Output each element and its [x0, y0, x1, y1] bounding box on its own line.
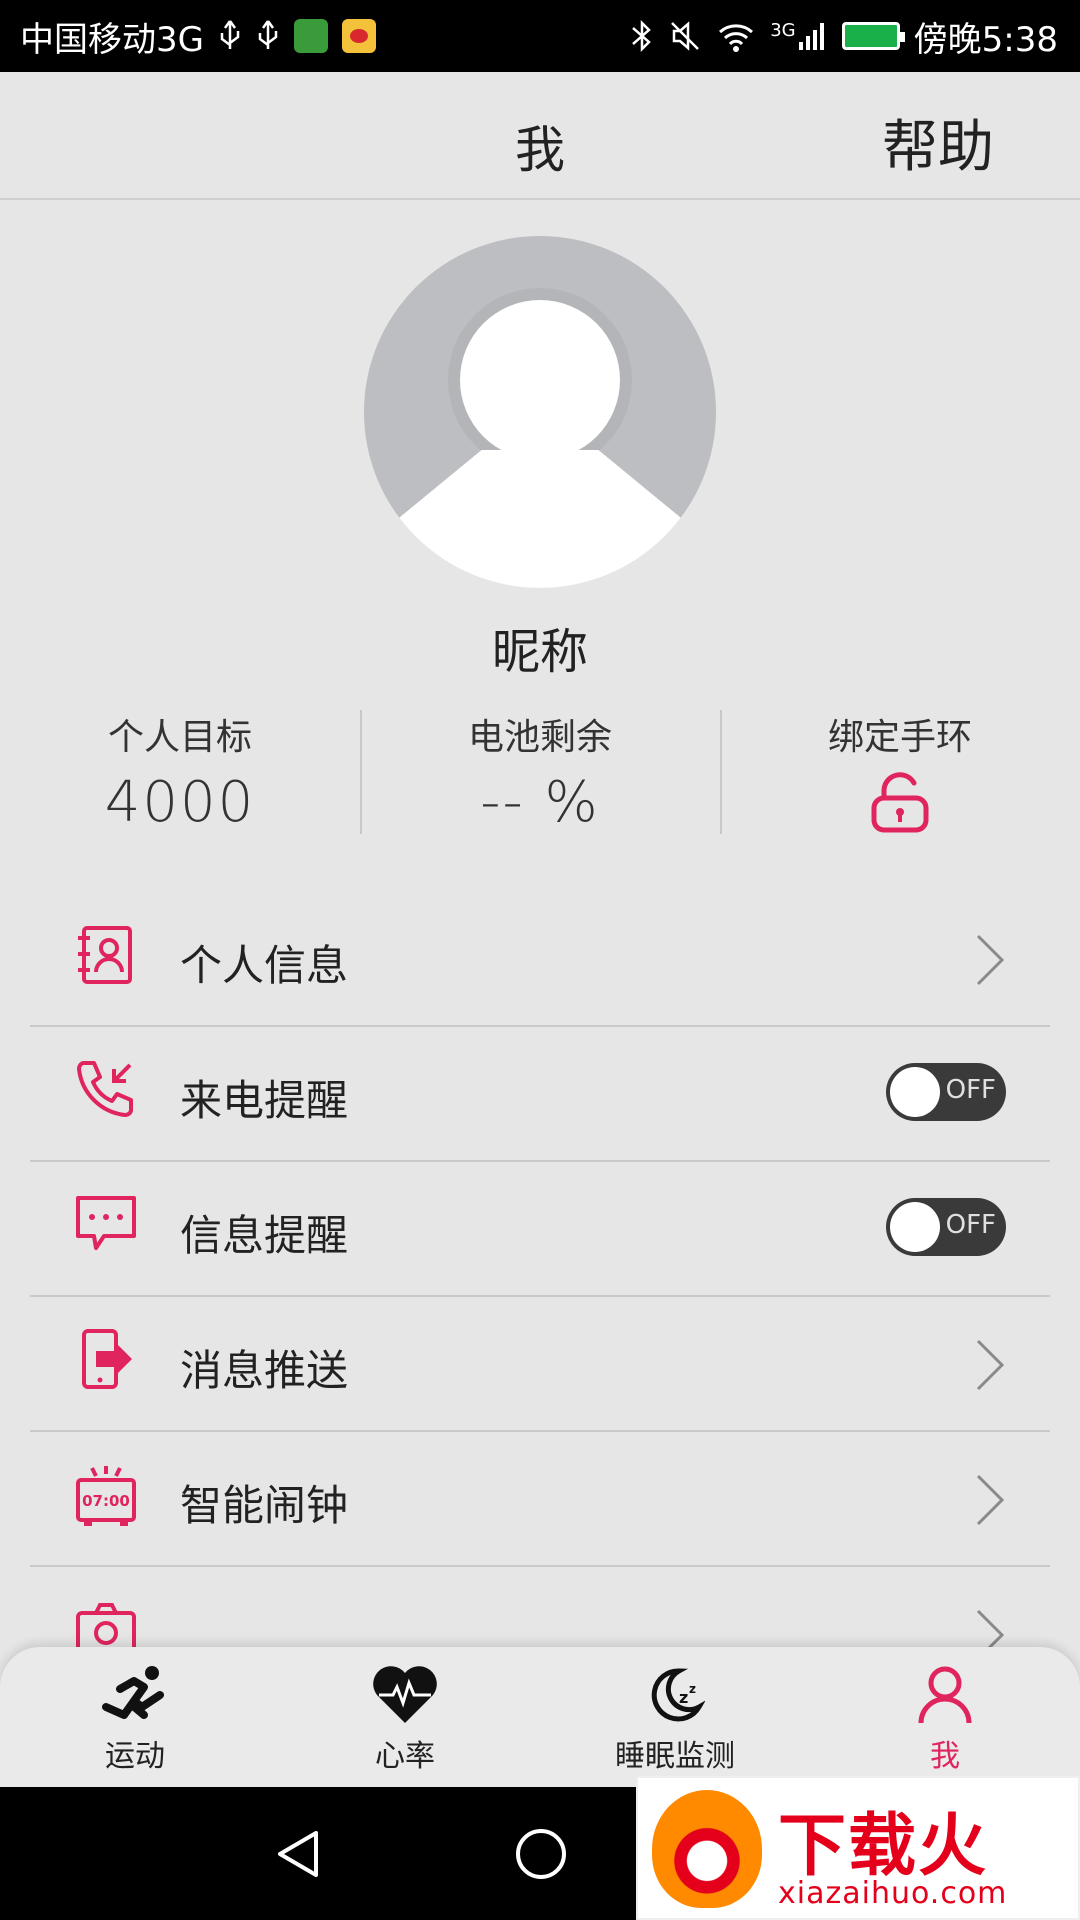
menu-label-alarm: 智能闹钟	[180, 1481, 349, 1530]
clock: 傍晚5:38	[913, 19, 1058, 60]
status-bar: 中国移动3G 3G 傍晚5:38	[0, 0, 1080, 72]
message-reminder-toggle[interactable]: OFF	[886, 1198, 1006, 1256]
avatar[interactable]	[364, 236, 716, 588]
chevron-right-icon	[976, 1474, 1005, 1526]
chevron-right-icon	[976, 934, 1005, 986]
goal-stat[interactable]: 个人目标 4000	[0, 700, 360, 835]
bind-stat[interactable]: 绑定手环	[720, 700, 1080, 834]
mute-icon	[671, 21, 700, 51]
tab-sleep[interactable]: z z 睡眠监测	[540, 1647, 810, 1787]
avatar-body-shape	[394, 450, 686, 588]
toggle-knob	[890, 1067, 940, 1117]
contact-card-icon	[78, 926, 132, 984]
watermark-logo: 下载火 xiazaihuo.com	[636, 1776, 1080, 1920]
alarm-icon-time: 07:00	[82, 1492, 130, 1510]
header: 我 帮助	[0, 72, 1080, 200]
menu-label-personal-info: 个人信息	[180, 941, 349, 990]
toggle-state: OFF	[945, 1210, 996, 1240]
svg-text:z: z	[689, 1682, 696, 1696]
camera-icon	[76, 1603, 136, 1647]
goal-label: 个人目标	[107, 717, 252, 758]
battery-value: -- %	[480, 770, 600, 835]
moon-sleep-icon: z z	[651, 1668, 705, 1722]
tab-label-sleep: 睡眠监测	[615, 1739, 735, 1774]
home-icon[interactable]	[514, 1827, 568, 1881]
toggle-state: OFF	[945, 1075, 996, 1105]
nickname[interactable]: 昵称	[0, 612, 1080, 682]
call-reminder-toggle[interactable]: OFF	[886, 1063, 1006, 1121]
flame-logo-icon	[652, 1790, 762, 1908]
running-icon	[102, 1666, 164, 1719]
signal-icon	[798, 23, 824, 50]
app-notification-icon	[293, 19, 328, 53]
tab-label-me: 我	[930, 1739, 960, 1774]
tab-heart-rate[interactable]: 心率	[270, 1647, 540, 1787]
chevron-right-icon	[976, 1339, 1005, 1391]
network-type: 3G	[770, 19, 796, 41]
message-bubble-icon	[76, 1196, 136, 1250]
tab-label-sport: 运动	[105, 1739, 165, 1774]
tab-me[interactable]: 我	[810, 1647, 1080, 1787]
watermark-title: 下载火	[778, 1807, 989, 1886]
tab-label-heart: 心率	[375, 1739, 435, 1774]
incoming-call-icon	[77, 1061, 133, 1117]
svg-text:z: z	[679, 1688, 688, 1707]
bottom-tab-bar: 运动 心率 z z 睡眠监测 我	[0, 1647, 1080, 1787]
watermark-url: xiazaihuo.com	[778, 1876, 1008, 1911]
unlock-icon[interactable]	[868, 770, 932, 834]
help-button[interactable]: 帮助	[882, 102, 994, 183]
weibo-icon	[341, 19, 376, 53]
battery-stat: 电池剩余 -- %	[360, 700, 720, 835]
menu-item-remote-camera[interactable]	[30, 1567, 1050, 1647]
tab-sport[interactable]: 运动	[0, 1647, 270, 1787]
menu-item-alarm[interactable]: 07:00 智能闹钟	[30, 1432, 1050, 1567]
settings-menu: 个人信息 来电提醒 OFF 信息提醒 OFF 消息推送 07:00 智能闹钟	[30, 892, 1050, 1647]
usb-icon	[220, 20, 240, 49]
back-icon[interactable]	[272, 1827, 326, 1881]
alarm-clock-icon: 07:00	[76, 1466, 136, 1526]
menu-label-call-reminder: 来电提醒	[180, 1076, 349, 1125]
stats-row: 个人目标 4000 电池剩余 -- % 绑定手环	[0, 700, 1080, 835]
menu-item-call-reminder: 来电提醒 OFF	[30, 1027, 1050, 1162]
bind-label: 绑定手环	[827, 717, 972, 758]
avatar-head-shape	[460, 300, 620, 460]
menu-viewport: 个人信息 来电提醒 OFF 信息提醒 OFF 消息推送 07:00 智能闹钟	[0, 892, 1080, 1647]
usb-icon	[258, 20, 278, 49]
menu-label-push: 消息推送	[180, 1346, 349, 1395]
heart-rate-icon	[373, 1666, 437, 1723]
goal-value: 4000	[104, 770, 256, 835]
battery-label: 电池剩余	[467, 717, 612, 758]
toggle-knob	[890, 1202, 940, 1252]
chevron-right-icon	[976, 1609, 1005, 1647]
battery-icon	[841, 22, 905, 50]
person-icon	[918, 1666, 972, 1724]
menu-item-push[interactable]: 消息推送	[30, 1297, 1050, 1432]
menu-item-message-reminder: 信息提醒 OFF	[30, 1162, 1050, 1297]
menu-label-message-reminder: 信息提醒	[180, 1211, 349, 1260]
menu-item-personal-info[interactable]: 个人信息	[30, 892, 1050, 1027]
bluetooth-icon	[632, 19, 652, 53]
phone-push-icon	[82, 1329, 132, 1389]
wifi-icon	[719, 24, 754, 52]
carrier-label: 中国移动3G	[20, 19, 204, 60]
